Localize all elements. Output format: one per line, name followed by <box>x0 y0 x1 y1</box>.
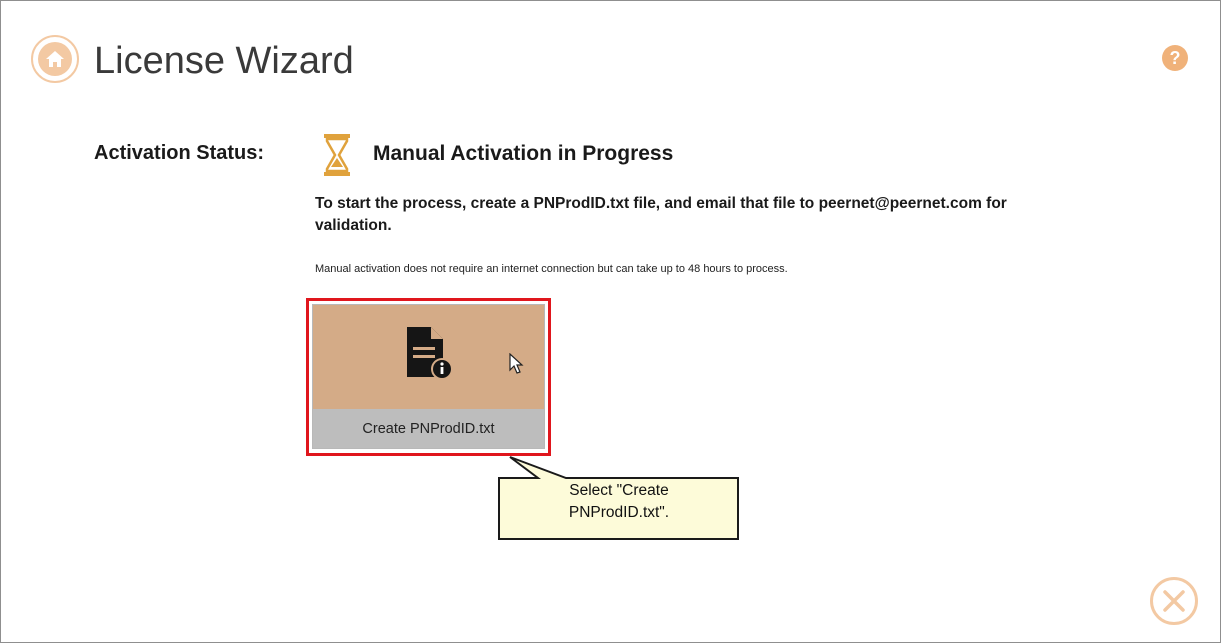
create-pnprodid-label: Create PNProdID.txt <box>313 409 544 448</box>
license-wizard-window: License Wizard ? Activation Status: Manu… <box>0 0 1221 643</box>
close-button[interactable] <box>1150 577 1198 625</box>
hourglass-icon <box>324 134 350 176</box>
manual-activation-note: Manual activation does not require an in… <box>315 263 788 275</box>
callout-text: Select "Create PNProdID.txt". <box>501 480 737 524</box>
mouse-pointer-icon <box>509 353 524 374</box>
activation-status-value: Manual Activation in Progress <box>373 142 674 165</box>
close-icon <box>1163 590 1185 612</box>
document-info-icon <box>407 327 453 380</box>
help-icon[interactable]: ? <box>1162 45 1188 71</box>
instruction-callout: Select "Create PNProdID.txt". <box>498 456 740 541</box>
home-button[interactable] <box>31 35 79 83</box>
home-icon <box>38 42 72 76</box>
page-title: License Wizard <box>94 40 354 82</box>
callout-line-2: PNProdID.txt". <box>568 504 670 521</box>
activation-status-label: Activation Status: <box>94 142 265 164</box>
callout-line-1: Select "Create <box>569 482 669 499</box>
create-pnprodid-button[interactable]: Create PNProdID.txt <box>312 304 545 449</box>
instructions-text: To start the process, create a PNProdID.… <box>315 195 1007 234</box>
